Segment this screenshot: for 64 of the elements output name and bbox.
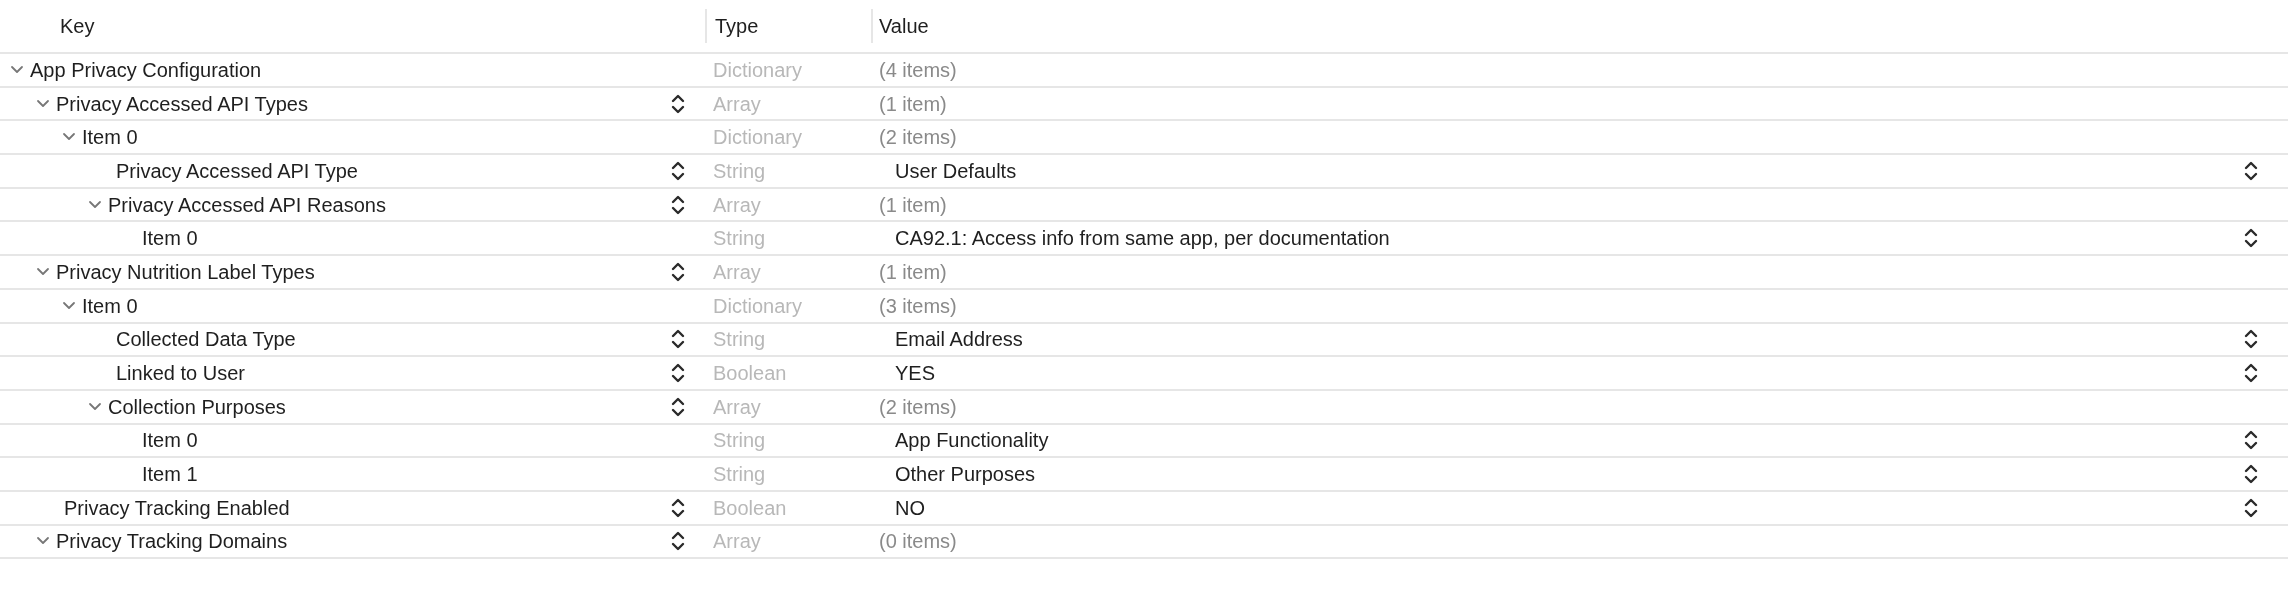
type-label: Array xyxy=(713,260,761,283)
value-label: CA92.1: Access info from same app, per documentation xyxy=(894,226,1390,252)
stepper-icon[interactable] xyxy=(2244,227,2258,250)
type-label: Array xyxy=(713,193,761,216)
value-label: App Functionality xyxy=(894,428,1049,454)
stepper-icon[interactable] xyxy=(2244,328,2258,351)
key-label: Privacy Nutrition Label Types xyxy=(56,259,315,285)
key-label: App Privacy Configuration xyxy=(30,57,262,83)
key-label: Item 0 xyxy=(82,293,138,319)
stepper-icon[interactable] xyxy=(2244,496,2258,519)
value-label: (0 items) xyxy=(878,529,957,555)
stepper-icon[interactable] xyxy=(671,496,685,519)
stepper-icon[interactable] xyxy=(671,193,685,216)
value-label: (3 items) xyxy=(878,293,957,319)
value-label: YES xyxy=(894,361,936,387)
value-label: Other Purposes xyxy=(894,462,1036,488)
key-label: Collected Data Type xyxy=(115,327,296,353)
key-label: Item 0 xyxy=(141,226,198,252)
stepper-icon[interactable] xyxy=(671,362,685,385)
key-label: Privacy Accessed API Type xyxy=(115,158,358,184)
type-label: Dictionary xyxy=(713,294,802,317)
key-label: Linked to User xyxy=(115,361,245,387)
stepper-icon[interactable] xyxy=(671,328,685,351)
column-header[interactable]: Key xyxy=(60,15,95,37)
stepper-icon[interactable] xyxy=(671,92,685,115)
type-label: Boolean xyxy=(713,362,787,385)
key-label: Privacy Accessed API Reasons xyxy=(108,192,386,218)
type-label: String xyxy=(713,159,766,182)
value-label: Email Address xyxy=(894,327,1023,353)
stepper-icon[interactable] xyxy=(2244,429,2258,452)
stepper-icon[interactable] xyxy=(671,530,685,553)
value-label: (1 item) xyxy=(878,192,947,218)
key-label: Item 1 xyxy=(141,462,198,488)
key-label: Privacy Tracking Enabled xyxy=(63,495,290,521)
stepper-icon[interactable] xyxy=(2244,159,2258,182)
key-label: Privacy Accessed API Types xyxy=(56,91,308,117)
value-label: (1 item) xyxy=(878,259,947,285)
column-header[interactable]: Type xyxy=(715,11,759,41)
value-label: NO xyxy=(894,495,925,521)
value-label: (1 item) xyxy=(878,91,947,117)
key-label: Collection Purposes xyxy=(108,394,286,420)
type-label: Dictionary xyxy=(713,126,802,149)
type-label: Dictionary xyxy=(713,58,802,81)
type-label: String xyxy=(713,429,766,452)
value-label: (2 items) xyxy=(878,394,957,420)
stepper-icon[interactable] xyxy=(2244,362,2258,385)
value-label: (2 items) xyxy=(878,125,957,151)
type-label: Boolean xyxy=(713,496,787,519)
stepper-icon[interactable] xyxy=(2244,463,2258,486)
value-label: User Defaults xyxy=(894,158,1017,184)
type-label: Array xyxy=(713,395,761,418)
key-label: Item 0 xyxy=(82,125,138,151)
stepper-icon[interactable] xyxy=(671,395,685,418)
key-label: Item 0 xyxy=(141,428,198,454)
value-label: (4 items) xyxy=(878,57,957,83)
type-label: String xyxy=(713,463,766,486)
type-label: String xyxy=(713,227,766,250)
column-header[interactable]: Value xyxy=(879,11,929,41)
stepper-icon[interactable] xyxy=(671,159,685,182)
key-label: Privacy Tracking Domains xyxy=(56,529,288,555)
stepper-icon[interactable] xyxy=(671,260,685,283)
type-label: Array xyxy=(713,92,761,115)
type-label: String xyxy=(713,328,766,351)
type-label: Array xyxy=(713,530,761,553)
